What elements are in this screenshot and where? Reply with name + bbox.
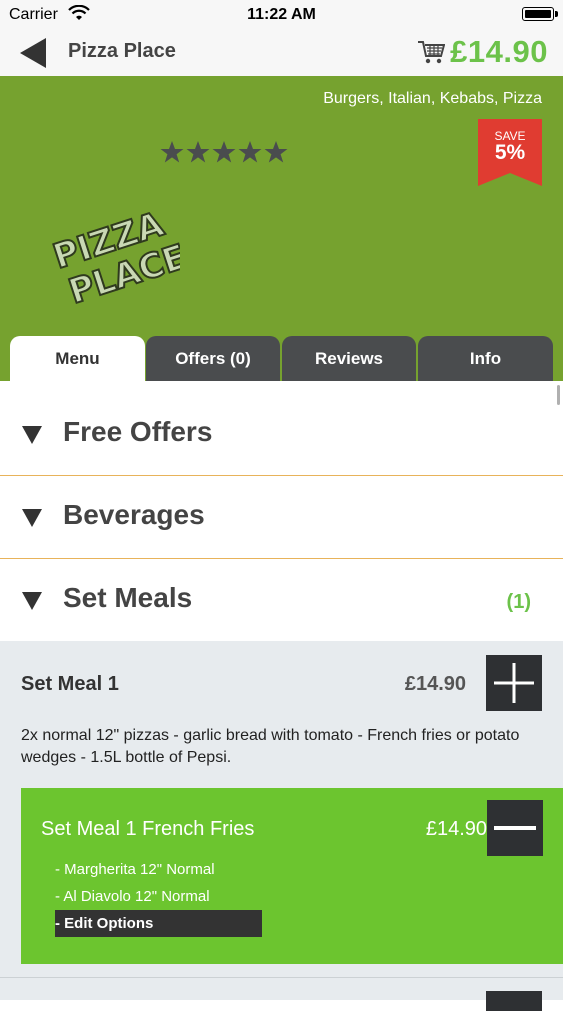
section-title: Beverages bbox=[63, 499, 205, 530]
meal-price: £14.90 bbox=[404, 673, 466, 695]
page-title: Pizza Place bbox=[68, 40, 176, 62]
section-beverages[interactable]: Beverages bbox=[0, 477, 563, 559]
tab-info[interactable]: Info bbox=[418, 336, 553, 381]
restaurant-header: Burgers, Italian, Kebabs, Pizza SAVE 5% … bbox=[0, 76, 563, 381]
star-icon bbox=[186, 141, 210, 163]
minus-icon bbox=[494, 826, 536, 830]
meal-option: - Margherita 12" Normal bbox=[55, 861, 215, 878]
cuisine-list: Burgers, Italian, Kebabs, Pizza bbox=[323, 90, 542, 107]
status-bar: Carrier 11:22 AM bbox=[0, 0, 563, 30]
selected-meal-title: Set Meal 1 French Fries bbox=[41, 818, 255, 840]
divider bbox=[0, 977, 563, 978]
tab-label: Menu bbox=[55, 348, 100, 368]
star-icon bbox=[212, 141, 236, 163]
meal-description: 2x normal 12" pizzas - garlic bread with… bbox=[21, 727, 520, 766]
meal-option: - Al Diavolo 12" Normal bbox=[55, 888, 210, 905]
star-icon bbox=[238, 141, 262, 163]
tab-label: Reviews bbox=[314, 348, 384, 368]
save-badge: SAVE 5% bbox=[478, 119, 542, 186]
plus-icon bbox=[494, 663, 534, 703]
back-arrow-icon bbox=[20, 38, 46, 68]
next-item-button[interactable] bbox=[486, 991, 542, 1011]
shopping-cart-icon bbox=[418, 41, 446, 64]
section-count: (1) bbox=[506, 591, 531, 613]
tab-reviews[interactable]: Reviews bbox=[282, 336, 416, 381]
star-icon bbox=[264, 141, 288, 163]
expand-triangle-icon bbox=[22, 509, 42, 527]
tab-bar: Menu Offers (0) Reviews Info bbox=[10, 336, 553, 381]
section-title: Free Offers bbox=[63, 416, 213, 447]
section-set-meals[interactable]: Set Meals (1) bbox=[0, 560, 563, 642]
rating-stars bbox=[160, 140, 288, 164]
expand-triangle-icon bbox=[22, 426, 42, 444]
section-free-offers[interactable]: Free Offers bbox=[0, 394, 563, 476]
clock: 11:22 AM bbox=[247, 6, 316, 23]
selected-meal-price: £14.90 bbox=[425, 818, 487, 840]
cart-button[interactable]: £14.90 bbox=[417, 34, 548, 70]
save-percent: 5% bbox=[494, 141, 526, 164]
section-title: Set Meals bbox=[63, 582, 193, 613]
cart-total: £14.90 bbox=[450, 34, 548, 69]
battery-icon bbox=[522, 7, 558, 21]
star-icon bbox=[160, 141, 184, 163]
tab-label: Info bbox=[469, 348, 502, 368]
scrollbar[interactable] bbox=[557, 385, 560, 405]
meal-item: Set Meal 1 £14.90 2x normal 12" pizzas -… bbox=[0, 641, 563, 1011]
tab-offers[interactable]: Offers (0) bbox=[146, 336, 280, 381]
edit-options-button[interactable]: - Edit Options bbox=[55, 910, 262, 937]
navigation-bar: Pizza Place £14.90 bbox=[0, 30, 563, 76]
selected-meal: Set Meal 1 French Fries £14.90 - Margher… bbox=[21, 788, 563, 964]
tab-menu[interactable]: Menu bbox=[10, 336, 145, 381]
remove-meal-button[interactable] bbox=[487, 800, 543, 856]
tab-label: Offers (0) bbox=[175, 348, 251, 368]
meal-name: Set Meal 1 bbox=[21, 673, 119, 695]
add-meal-button[interactable] bbox=[486, 655, 542, 711]
back-button[interactable] bbox=[20, 38, 48, 68]
expand-triangle-icon bbox=[22, 592, 42, 610]
restaurant-logo: PIZZA PLACE bbox=[47, 203, 180, 313]
